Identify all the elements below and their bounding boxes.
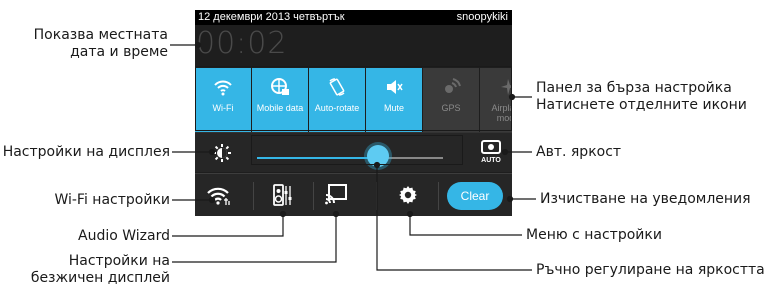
leader-settings-menu <box>409 214 522 236</box>
display-settings-icon[interactable] <box>212 143 232 163</box>
settings-gear-icon[interactable] <box>398 185 418 205</box>
callout-wifi-settings: Wi-Fi настройки <box>54 192 170 208</box>
status-date: 12 декември 2013 четвъртък <box>198 11 345 23</box>
bottom-action-row: Clear <box>195 173 512 216</box>
callout-wireless-display-line1: Настройки на <box>68 253 170 269</box>
callout-audio-wizard: Audio Wizard <box>78 228 170 244</box>
callout-auto-brightness: Авт. яркост <box>536 144 622 160</box>
clear-button[interactable]: Clear <box>447 182 503 210</box>
divider <box>438 182 439 210</box>
callout-date-time-line1: Показва местната <box>33 27 168 43</box>
callout-quick-panel-line2: Натиснете отделните икони <box>536 97 747 113</box>
brightness-slider-highlight <box>251 135 463 165</box>
callout-date-time-line2: дата и време <box>70 44 168 60</box>
wireless-display-icon[interactable] <box>324 183 348 207</box>
auto-brightness-label: AUTO <box>481 157 501 164</box>
divider <box>253 182 254 210</box>
callout-display-settings: Настройки на дисплея <box>2 144 170 160</box>
clock: 00:02 <box>196 26 288 61</box>
callout-quick-panel: Панел за бърза настройка Натиснете отдел… <box>536 80 747 114</box>
callout-clear-notifications: Изчистване на уведомления <box>540 191 751 207</box>
auto-brightness-icon[interactable]: AUTO <box>479 139 503 165</box>
divider <box>376 182 377 210</box>
audio-wizard-icon[interactable] <box>272 183 294 209</box>
callout-wireless-display-line2: безжичен дисплей <box>30 270 170 286</box>
quick-panel-highlight <box>195 66 512 131</box>
leader-audio-wizard <box>172 214 284 237</box>
divider <box>313 182 314 210</box>
callout-quick-panel-line1: Панел за бърза настройка <box>536 80 732 96</box>
callout-wireless-display: Настройки на безжичен дисплей <box>20 253 170 286</box>
callout-date-time: Показва местната дата и време <box>8 27 168 61</box>
callout-manual-brightness: Ръчно регулиране на яркостта <box>536 262 764 278</box>
callout-settings-menu: Меню с настройки <box>526 227 662 243</box>
wifi-settings-icon[interactable] <box>206 184 232 206</box>
status-user: snoopykiki <box>456 11 508 23</box>
leader-wireless-display <box>172 214 337 263</box>
status-bar: 12 декември 2013 четвъртък snoopykiki <box>195 10 512 25</box>
